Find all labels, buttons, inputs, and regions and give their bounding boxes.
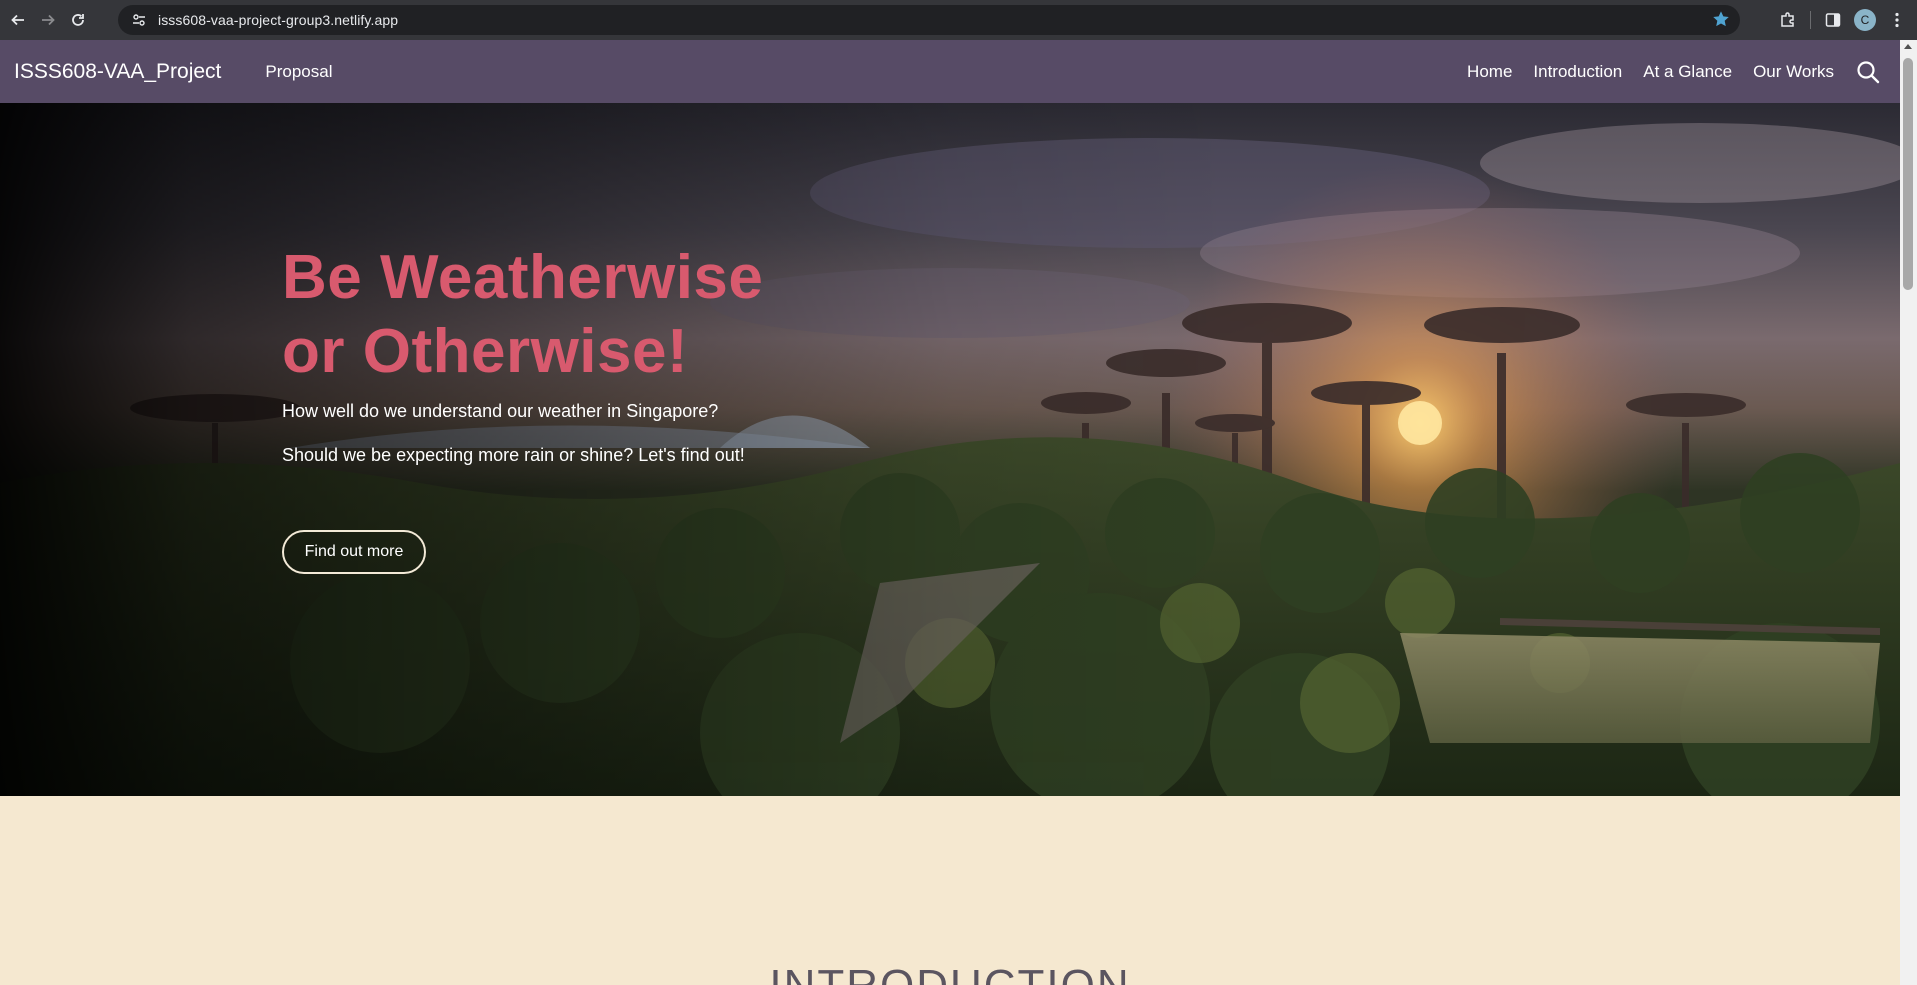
scroll-up-arrow-icon[interactable] [1904,44,1912,49]
profile-initial: C [1854,9,1876,31]
extensions-icon[interactable] [1774,6,1802,34]
scrollbar-thumb[interactable] [1903,58,1913,290]
search-icon[interactable] [1856,60,1880,84]
menu-icon[interactable] [1883,6,1911,34]
toolbar-divider [1810,11,1811,29]
page-scrollbar[interactable] [1900,40,1917,985]
back-icon[interactable] [4,6,32,34]
find-out-more-button[interactable]: Find out more [282,530,426,574]
reload-icon[interactable] [64,6,92,34]
side-panel-icon[interactable] [1819,6,1847,34]
address-bar[interactable]: isss608-vaa-project-group3.netlify.app [118,5,1740,35]
url-text[interactable]: isss608-vaa-project-group3.netlify.app [158,12,398,28]
nav-link-introduction[interactable]: Introduction [1533,62,1622,82]
bookmark-star-icon[interactable] [1712,10,1730,33]
introduction-heading: INTRODUCTION [0,961,1900,985]
nav-link-home[interactable]: Home [1467,62,1512,82]
hero-title-line-2: or Otherwise! [282,317,689,386]
hero-section: Be Weatherwise or Otherwise! How well do… [0,103,1900,796]
browser-toolbar: isss608-vaa-project-group3.netlify.app C [0,0,1917,40]
hero-title-line-1: Be Weatherwise [282,243,764,312]
forward-icon[interactable] [34,6,62,34]
nav-link-at-a-glance[interactable]: At a Glance [1643,62,1732,82]
site-brand[interactable]: ISSS608-VAA_Project [14,60,221,84]
nav-right-links: Home Introduction At a Glance Our Works [1446,40,1880,103]
hero-title: Be Weatherwise or Otherwise! [282,241,982,389]
hero-subtitle-1: How well do we understand our weather in… [282,401,719,421]
site-info-icon[interactable] [128,9,150,31]
browser-actions: C [1774,0,1917,40]
site-navbar: ISSS608-VAA_Project Proposal Home Introd… [0,40,1900,103]
introduction-section: INTRODUCTION [0,796,1900,985]
nav-link-proposal[interactable]: Proposal [265,62,332,82]
profile-avatar[interactable]: C [1851,6,1879,34]
hero-subtitle-2: Should we be expecting more rain or shin… [282,445,745,465]
nav-link-our-works[interactable]: Our Works [1753,62,1834,82]
